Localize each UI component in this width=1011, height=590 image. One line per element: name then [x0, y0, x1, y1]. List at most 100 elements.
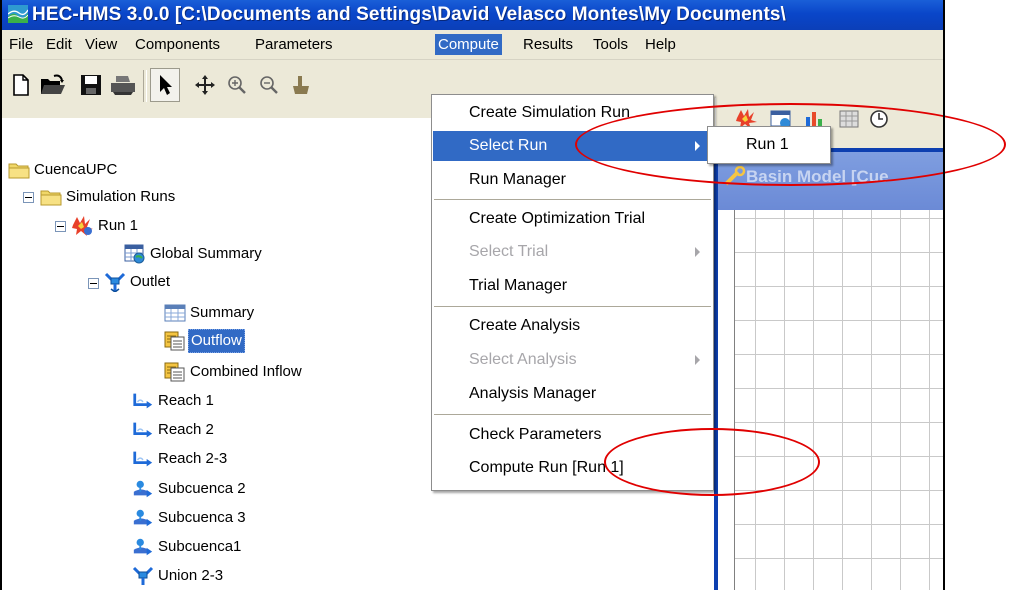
- select-run-submenu: Run 1: [707, 126, 831, 164]
- zoom-in-icon[interactable]: [224, 72, 250, 98]
- menu-item-create-optimization-trial[interactable]: Create Optimization Trial: [433, 204, 712, 234]
- watershed-explorer-tree: CuencaUPC Simulation Runs Run 1 Global S…: [2, 118, 430, 590]
- menu-parameters[interactable]: Parameters: [252, 34, 336, 55]
- menu-item-label: Run Manager: [469, 171, 566, 188]
- new-file-icon[interactable]: [8, 72, 34, 98]
- menu-item-label: Create Optimization Trial: [469, 210, 646, 227]
- basin-model-icon: [724, 166, 746, 186]
- tree-node-reach-1[interactable]: Reach 1: [132, 390, 216, 412]
- reach-icon: [132, 420, 154, 440]
- save-icon[interactable]: [78, 72, 104, 98]
- tree-node-root[interactable]: CuencaUPC: [8, 159, 119, 181]
- tree-node-subcuenca1[interactable]: Subcuenca1: [132, 536, 243, 558]
- menu-item-label: Analysis Manager: [469, 385, 597, 402]
- tree-node-reach-2-3[interactable]: Reach 2-3: [132, 448, 229, 470]
- time-series-icon[interactable]: [866, 106, 892, 132]
- menu-tools[interactable]: Tools: [590, 34, 631, 55]
- submenu-arrow-icon: [695, 141, 700, 151]
- tree-node-subcuenca-3[interactable]: Subcuenca 3: [132, 507, 248, 529]
- time-series-table-icon: [164, 362, 186, 382]
- submenu-arrow-icon: [695, 355, 700, 365]
- tree-label-run-1: Run 1: [98, 217, 139, 234]
- pan-move-icon[interactable]: [192, 72, 218, 98]
- basin-model-title: Basin Model [Cue: [746, 167, 889, 186]
- menu-help[interactable]: Help: [642, 34, 679, 55]
- print-icon[interactable]: [110, 72, 136, 98]
- menu-item-label: Create Analysis: [469, 317, 581, 334]
- window-title: HEC-HMS 3.0.0 [C:\Documents and Settings…: [32, 4, 786, 25]
- menu-item-check-parameters[interactable]: Check Parameters: [433, 420, 712, 450]
- tree-label-subbasin: Subcuenca 3: [158, 509, 246, 526]
- menu-edit[interactable]: Edit: [43, 34, 75, 55]
- menu-item-create-simulation-run[interactable]: Create Simulation Run: [433, 98, 712, 128]
- tree-node-global-summary[interactable]: Global Summary: [124, 243, 264, 265]
- menu-item-label: Select Run: [469, 137, 548, 154]
- collapse-run-toggle[interactable]: [55, 221, 66, 232]
- tree-node-summary[interactable]: Summary: [164, 302, 256, 324]
- menu-item-select-run[interactable]: Select Run: [433, 131, 712, 161]
- global-summary-icon: [124, 244, 146, 264]
- title-bar[interactable]: HEC-HMS 3.0.0 [C:\Documents and Settings…: [2, 0, 943, 30]
- submenu-arrow-icon: [695, 247, 700, 257]
- menu-view[interactable]: View: [82, 34, 120, 55]
- tree-label-simulation-runs: Simulation Runs: [66, 188, 176, 205]
- menu-item-label: Compute Run [Run 1]: [469, 459, 624, 476]
- menu-file[interactable]: File: [6, 34, 36, 55]
- tree-node-outlet[interactable]: Outlet: [104, 271, 172, 293]
- menu-item-label: Create Simulation Run: [469, 104, 630, 121]
- subbasin-icon: [132, 537, 154, 557]
- junction-icon: [132, 566, 154, 586]
- tree-label-global-summary: Global Summary: [150, 245, 262, 262]
- menu-item-run-manager[interactable]: Run Manager: [433, 165, 712, 195]
- tree-node-simulation-runs[interactable]: Simulation Runs: [40, 186, 177, 208]
- tree-label-outlet: Outlet: [130, 273, 171, 290]
- tree-label-subbasin: Subcuenca 2: [158, 480, 246, 497]
- menu-item-analysis-manager[interactable]: Analysis Manager: [433, 379, 712, 409]
- menu-item-select-analysis: Select Analysis: [433, 345, 712, 375]
- menu-item-label: Check Parameters: [469, 426, 602, 443]
- tree-node-run-1[interactable]: Run 1: [72, 215, 140, 237]
- open-folder-icon[interactable]: [40, 72, 66, 98]
- zoom-out-icon[interactable]: [256, 72, 282, 98]
- tree-node-subcuenca-2[interactable]: Subcuenca 2: [132, 478, 248, 500]
- junction-icon: [104, 272, 126, 292]
- collapse-outlet-toggle[interactable]: [88, 278, 99, 289]
- menu-item-create-analysis[interactable]: Create Analysis: [433, 311, 712, 341]
- menu-separator: [434, 199, 711, 200]
- menu-separator: [434, 306, 711, 307]
- menu-results[interactable]: Results: [520, 34, 576, 55]
- add-element-icon[interactable]: [288, 72, 314, 98]
- menu-item-trial-manager[interactable]: Trial Manager: [433, 271, 712, 301]
- table-icon[interactable]: [836, 106, 862, 132]
- simulation-run-icon: [72, 216, 94, 236]
- menu-compute[interactable]: Compute: [435, 34, 502, 55]
- subbasin-icon: [132, 479, 154, 499]
- collapse-simulation-runs-toggle[interactable]: [23, 192, 34, 203]
- menu-item-label: Trial Manager: [469, 277, 568, 294]
- project-folder-icon: [8, 160, 30, 180]
- hec-hms-window: HEC-HMS 3.0.0 [C:\Documents and Settings…: [0, 0, 1011, 590]
- submenu-item-run-1[interactable]: Run 1: [710, 131, 828, 159]
- reach-icon: [132, 449, 154, 469]
- tree-node-combined-inflow[interactable]: Combined Inflow: [164, 361, 304, 383]
- tree-node-union-2-3[interactable]: Union 2-3: [132, 565, 225, 587]
- hec-hms-app-icon: [8, 5, 28, 23]
- tree-label-reach: Reach 2-3: [158, 450, 228, 467]
- tree-label-reach: Reach 1: [158, 392, 214, 409]
- tree-node-reach-2[interactable]: Reach 2: [132, 419, 216, 441]
- tree-label-summary: Summary: [190, 304, 255, 321]
- select-arrow-icon[interactable]: [150, 68, 180, 102]
- compute-menu-dropdown: Create Simulation Run Select Run Run Man…: [431, 94, 714, 491]
- menu-components[interactable]: Components: [132, 34, 223, 55]
- toolbar-separator: [143, 70, 147, 102]
- folder-icon: [40, 187, 62, 207]
- menu-item-compute-run[interactable]: Compute Run [Run 1]: [433, 453, 712, 483]
- basin-model-canvas[interactable]: [734, 210, 944, 590]
- time-series-table-icon: [164, 331, 186, 351]
- menu-item-select-trial: Select Trial: [433, 237, 712, 267]
- tree-label-root: CuencaUPC: [34, 161, 118, 178]
- reach-icon: [132, 391, 154, 411]
- summary-table-icon: [164, 303, 186, 323]
- menu-separator: [434, 414, 711, 415]
- tree-node-outflow[interactable]: Outflow: [164, 329, 245, 353]
